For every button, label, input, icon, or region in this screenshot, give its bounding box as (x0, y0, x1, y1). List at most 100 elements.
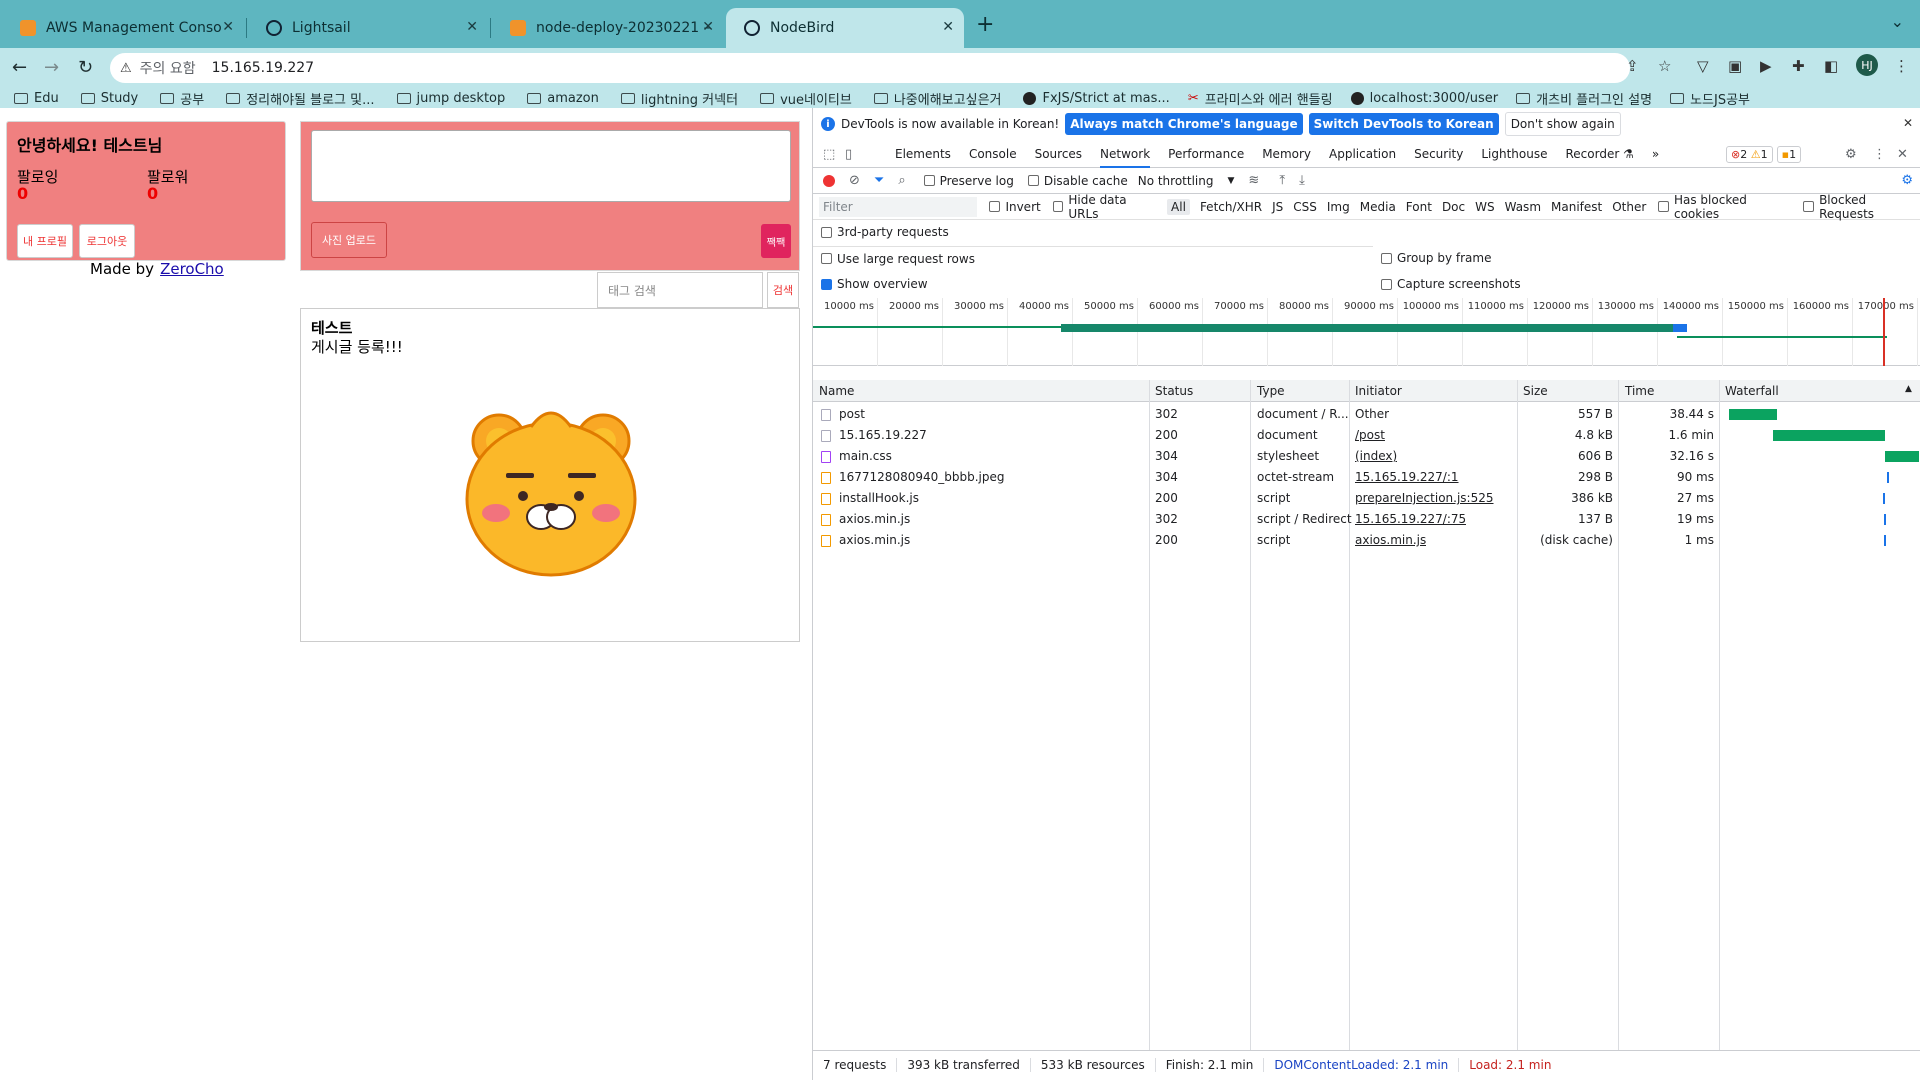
request-name[interactable]: axios.min.js (839, 533, 910, 547)
filter-type-fetch[interactable]: Fetch/XHR (1200, 200, 1262, 214)
col-type[interactable]: Type (1257, 384, 1285, 398)
device-toolbar-icon[interactable]: ▯ (845, 147, 852, 162)
col-time[interactable]: Time (1625, 384, 1654, 398)
close-icon[interactable]: ✕ (222, 19, 234, 35)
tag-search-input[interactable]: 태그 검색 (597, 272, 763, 308)
bookmark-jump[interactable]: jump desktop (396, 91, 505, 106)
warning-icon[interactable]: ⚠ (120, 61, 132, 76)
issue-badges[interactable]: ⊗2 ⚠1 ▪1 (1726, 146, 1805, 163)
throttling-select[interactable]: No throttling ▼ (1138, 174, 1235, 188)
capture-screenshots-checkbox[interactable]: Capture screenshots (1373, 272, 1521, 296)
request-name[interactable]: 15.165.19.227 (839, 428, 927, 442)
checkbox[interactable] (821, 278, 832, 290)
checkbox[interactable] (1027, 175, 1039, 186)
switch-korean-button[interactable]: Switch DevTools to Korean (1308, 113, 1499, 135)
close-icon[interactable]: ✕ (466, 19, 478, 35)
checkbox[interactable] (1803, 201, 1815, 212)
col-size[interactable]: Size (1523, 384, 1548, 398)
request-name[interactable]: axios.min.js (839, 512, 910, 526)
bookmark-promise[interactable]: ✂ 프라미스와 에러 핸들링 (1188, 89, 1333, 108)
close-icon[interactable]: ✕ (702, 19, 714, 35)
search-icon[interactable]: ⌕ (898, 173, 905, 188)
kebab-menu-icon[interactable]: ⋮ (1873, 147, 1886, 162)
col-status[interactable]: Status (1155, 384, 1193, 398)
star-icon[interactable]: ☆ (1658, 57, 1671, 75)
filter-type-wasm[interactable]: Wasm (1505, 200, 1541, 214)
close-icon[interactable]: ✕ (942, 19, 954, 35)
bookmark-lightning[interactable]: lightning 커넥터 (620, 89, 738, 108)
bookmark-edu[interactable]: Edu (14, 91, 59, 106)
table-row[interactable]: axios.min.js 200 script axios.min.js (di… (813, 530, 1920, 551)
tab-performance[interactable]: Performance (1168, 147, 1244, 161)
inspect-icon[interactable]: ⬚ (823, 147, 835, 162)
request-name[interactable]: post (839, 407, 865, 421)
share-icon[interactable]: ⇪ (1626, 57, 1639, 75)
preserve-log-checkbox[interactable]: Preserve log (923, 174, 1014, 188)
group-by-frame-checkbox[interactable]: Group by frame (1373, 246, 1491, 270)
filter-type-js[interactable]: JS (1272, 200, 1283, 214)
tab-memory[interactable]: Memory (1262, 147, 1311, 161)
table-row[interactable]: installHook.js 200 script prepareInjecti… (813, 488, 1920, 509)
bookmark-vue[interactable]: vue네이티브 (760, 89, 852, 108)
checkbox[interactable] (821, 253, 832, 264)
search-button[interactable]: 검색 (767, 272, 799, 308)
tab-aws-console[interactable]: AWS Management Console ✕ (2, 8, 244, 48)
logout-button[interactable]: 로그아웃 (79, 224, 135, 258)
request-name[interactable]: installHook.js (839, 491, 919, 505)
blocked-requests-checkbox[interactable]: Blocked Requests (1803, 193, 1920, 221)
error-badge[interactable]: ⊗2 ⚠1 (1726, 146, 1773, 163)
request-name[interactable]: main.css (839, 449, 892, 463)
tab-application[interactable]: Application (1329, 147, 1396, 161)
reload-icon[interactable]: ↻ (78, 57, 93, 78)
sort-up-icon[interactable]: ▲ (1905, 384, 1912, 394)
sidepanel-icon[interactable]: ◧ (1824, 57, 1838, 75)
security-label[interactable]: 주의 요함 (140, 58, 196, 78)
request-name[interactable]: 1677128080940_bbbb.jpeg (839, 470, 1005, 484)
match-language-button[interactable]: Always match Chrome's language (1065, 113, 1303, 135)
filter-icon[interactable]: ⏷ (874, 173, 884, 188)
disable-cache-checkbox[interactable]: Disable cache (1027, 174, 1128, 188)
filter-type-doc[interactable]: Doc (1442, 200, 1465, 214)
upload-icon[interactable]: ⤒ (1279, 173, 1285, 188)
author-link[interactable]: ZeroCho (160, 260, 224, 278)
tab-lightsail[interactable]: Lightsail ✕ (248, 8, 488, 48)
bookmark-blog[interactable]: 정리해야될 블로그 및... (226, 89, 375, 108)
more-tabs-icon[interactable]: » (1652, 147, 1659, 161)
table-row[interactable]: axios.min.js 302 script / Redirect 15.16… (813, 509, 1920, 530)
tab-sources[interactable]: Sources (1035, 147, 1082, 161)
checkbox[interactable] (989, 201, 1001, 212)
my-profile-button[interactable]: 내 프로필 (17, 224, 73, 258)
extension-icon[interactable]: ▣ (1728, 57, 1742, 75)
tab-console[interactable]: Console (969, 147, 1017, 161)
checkbox[interactable] (923, 175, 935, 186)
network-conditions-icon[interactable]: ≋ (1248, 173, 1259, 188)
settings-icon[interactable]: ⚙ (1845, 147, 1857, 162)
filter-type-media[interactable]: Media (1360, 200, 1396, 214)
bookmark-later[interactable]: 나중에해보고싶은거 (873, 89, 1001, 108)
tab-network[interactable]: Network (1100, 140, 1151, 168)
bookmark-gatsby[interactable]: 개츠비 플러그인 설명 (1516, 89, 1652, 108)
post-textarea[interactable] (311, 130, 791, 202)
hide-data-urls-checkbox[interactable]: Hide data URLs (1052, 193, 1157, 221)
tab-terminal[interactable]: node-deploy-20230221 – Term ✕ (492, 8, 724, 48)
filter-type-font[interactable]: Font (1406, 200, 1432, 214)
show-overview-checkbox[interactable]: Show overview (813, 272, 928, 296)
media-icon[interactable]: ▶ (1760, 57, 1772, 75)
filter-type-ws[interactable]: WS (1475, 200, 1494, 214)
filter-input[interactable]: Filter (819, 196, 978, 217)
chevron-down-icon[interactable]: ⌄ (1891, 12, 1904, 31)
vue-extension-icon[interactable]: ▽ (1697, 57, 1709, 75)
puzzle-icon[interactable]: ✚ (1792, 57, 1805, 75)
back-icon[interactable]: ← (12, 57, 27, 78)
avatar[interactable]: HJ (1856, 54, 1878, 76)
request-initiator[interactable]: 15.165.19.227/:75 (1355, 512, 1466, 526)
settings-icon[interactable]: ⚙ (1901, 173, 1913, 188)
bookmark-fxjs[interactable]: FxJS/Strict at mas... (1023, 91, 1170, 106)
checkbox[interactable] (821, 226, 832, 238)
record-icon[interactable] (823, 174, 835, 187)
table-row[interactable]: post 302 document / R... Other 557 B 38.… (813, 404, 1920, 425)
close-icon[interactable]: ✕ (1903, 116, 1913, 130)
close-icon[interactable]: ✕ (1897, 147, 1908, 162)
bookmark-study[interactable]: Study (80, 91, 138, 106)
filter-type-other[interactable]: Other (1612, 200, 1646, 214)
